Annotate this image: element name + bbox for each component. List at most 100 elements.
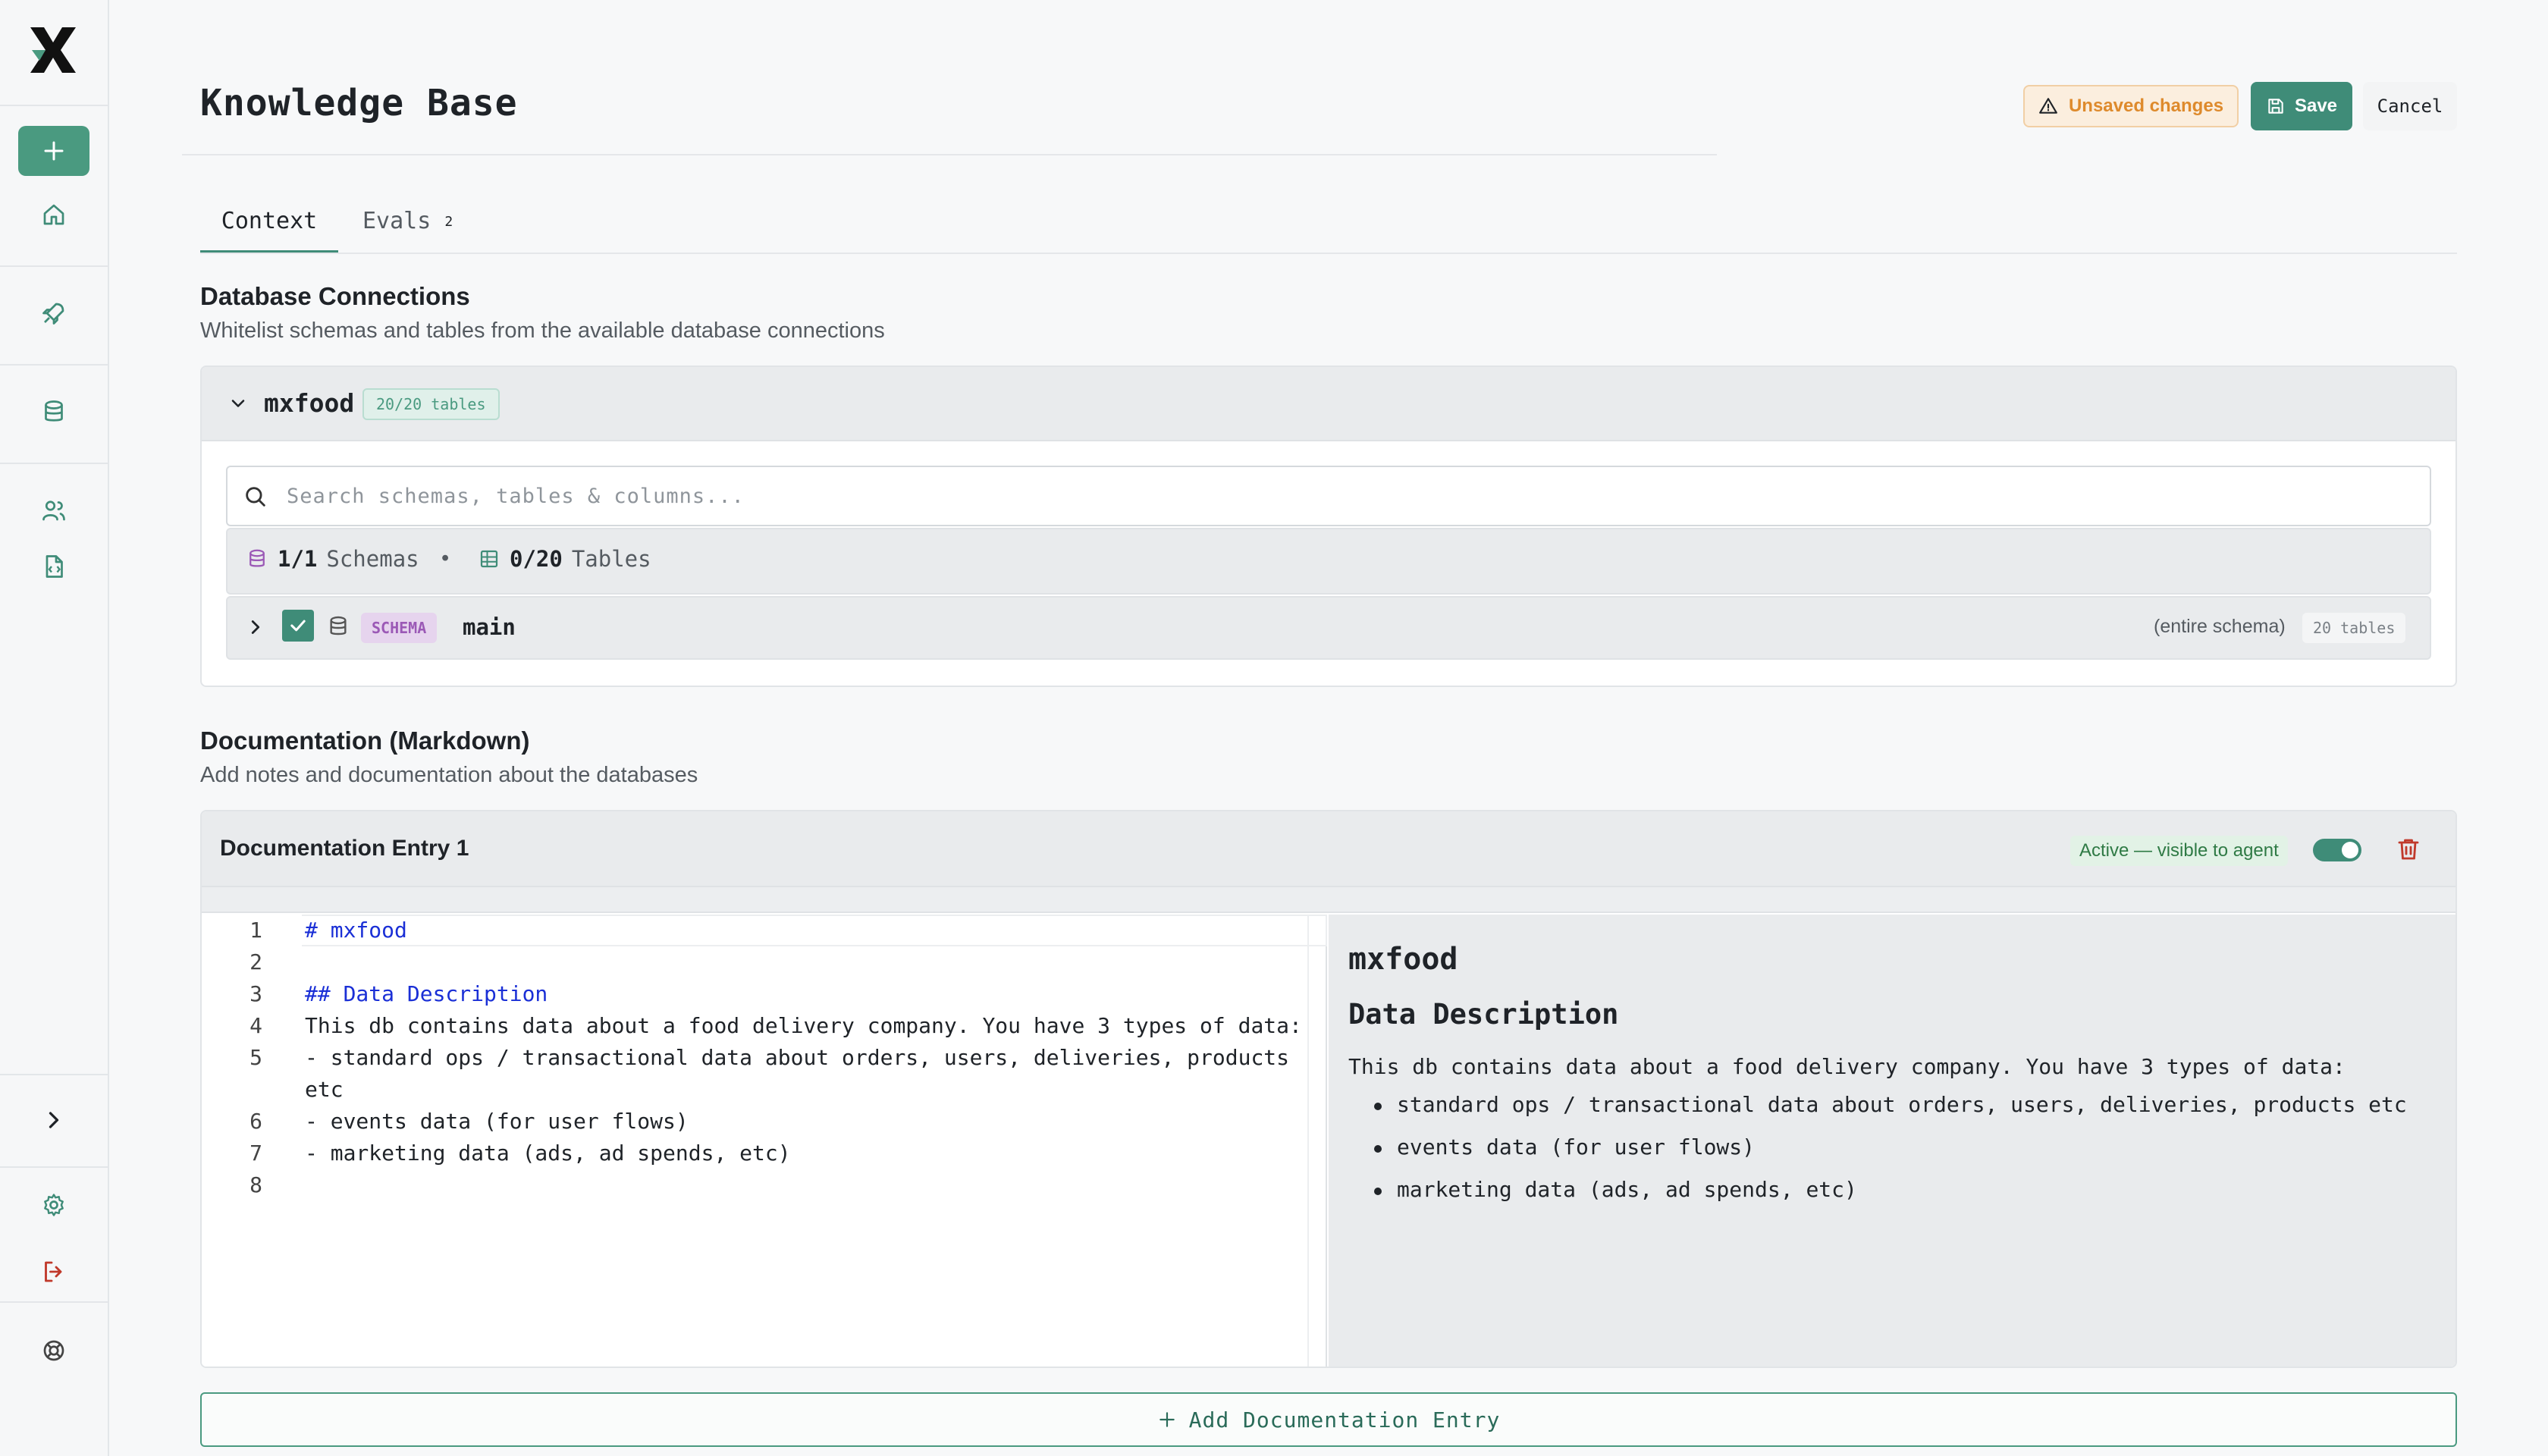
line-number: 7 bbox=[249, 1141, 262, 1166]
sidebar-divider bbox=[0, 1166, 108, 1168]
editor-toolbar-strip bbox=[202, 887, 2455, 913]
sidebar-item-settings[interactable] bbox=[38, 1189, 70, 1221]
add-documentation-entry-label: Add Documentation Entry bbox=[1188, 1407, 1501, 1432]
line-number: 4 bbox=[249, 1013, 262, 1038]
unsaved-changes-badge: Unsaved changes bbox=[2023, 85, 2239, 127]
search-icon bbox=[246, 487, 265, 507]
add-documentation-entry-button[interactable]: Add Documentation Entry bbox=[200, 1392, 2457, 1447]
line-number: 8 bbox=[249, 1172, 262, 1197]
sidebar-divider bbox=[0, 1074, 108, 1075]
line-number: 3 bbox=[249, 981, 262, 1006]
save-icon bbox=[2268, 99, 2283, 114]
tables-stat: 0/20 Tables bbox=[478, 546, 651, 572]
tables-count: 0/20 bbox=[510, 546, 563, 572]
home-icon bbox=[43, 204, 64, 225]
doc-entry-title: Documentation Entry 1 bbox=[220, 836, 469, 861]
chevron-right-icon bbox=[49, 1112, 59, 1128]
schema-search[interactable] bbox=[226, 466, 2431, 526]
line-number: 6 bbox=[249, 1109, 262, 1134]
doc-entry-header: Documentation Entry 1 Active — visible t… bbox=[202, 811, 2455, 887]
doc-active-toggle[interactable] bbox=[2313, 839, 2361, 861]
db-connection-name: mxfood bbox=[264, 388, 355, 418]
doc-entry-panel: Documentation Entry 1 Active — visible t… bbox=[200, 810, 2457, 1368]
sidebar-item-users[interactable] bbox=[38, 494, 70, 526]
sidebar-item-help[interactable] bbox=[38, 1335, 70, 1367]
x-logo-icon bbox=[30, 27, 76, 73]
sidebar-item-logout[interactable] bbox=[38, 1256, 70, 1288]
schema-name: main bbox=[463, 614, 516, 640]
schemas-stat: 1/1 Schemas bbox=[246, 546, 419, 572]
doc-section-subtitle: Add notes and documentation about the da… bbox=[200, 763, 698, 787]
logout-icon bbox=[45, 1261, 62, 1282]
app-logo[interactable] bbox=[27, 24, 79, 76]
sidebar-item-deploy[interactable] bbox=[38, 297, 70, 329]
schema-search-input[interactable] bbox=[287, 478, 2410, 514]
schemas-count: 1/1 bbox=[278, 546, 318, 572]
line-content: # mxfood bbox=[305, 918, 407, 943]
line-content: This db contains data about a food deliv… bbox=[305, 1013, 1302, 1038]
database-icon bbox=[249, 549, 265, 567]
plus-icon bbox=[1159, 1412, 1175, 1427]
tab-context[interactable]: Context bbox=[200, 208, 338, 253]
sidebar-divider bbox=[0, 364, 108, 366]
tab-evals[interactable]: Evals 2 bbox=[362, 208, 453, 253]
editor-scrollbar[interactable] bbox=[1307, 915, 1327, 1367]
sidebar-expand-button[interactable] bbox=[38, 1104, 70, 1136]
sidebar-item-databases[interactable] bbox=[38, 396, 70, 428]
stats-separator: • bbox=[441, 546, 450, 570]
check-icon bbox=[290, 620, 306, 632]
db-section-title: Database Connections bbox=[200, 282, 470, 310]
header-divider bbox=[182, 154, 1717, 155]
plus-icon bbox=[44, 141, 64, 161]
table-icon bbox=[480, 550, 498, 568]
tabs-divider bbox=[200, 253, 2457, 254]
markdown-editor[interactable]: 1 # mxfood 2 3 ## Data Description 4 Thi… bbox=[202, 915, 1327, 1367]
rocket-icon bbox=[42, 303, 64, 325]
save-label: Save bbox=[2294, 96, 2338, 116]
sidebar bbox=[0, 0, 109, 1456]
sidebar-divider bbox=[0, 1301, 108, 1303]
users-icon bbox=[42, 500, 65, 521]
gear-icon bbox=[44, 1194, 64, 1216]
sidebar-divider bbox=[0, 463, 108, 464]
tab-context-label: Context bbox=[221, 208, 318, 234]
chevron-right-icon[interactable] bbox=[244, 616, 267, 639]
schema-scope: (entire schema) bbox=[2154, 616, 2286, 637]
trash-icon[interactable] bbox=[2395, 836, 2422, 863]
doc-status-label: Active — visible to agent bbox=[2070, 836, 2288, 866]
doc-section-title: Documentation (Markdown) bbox=[200, 726, 530, 755]
database-icon bbox=[330, 616, 347, 635]
tab-evals-count: 2 bbox=[444, 214, 453, 230]
sidebar-divider bbox=[0, 105, 108, 106]
new-chat-button[interactable] bbox=[18, 126, 89, 176]
preview-paragraph: This db contains data about a food deliv… bbox=[1348, 1054, 2346, 1079]
preview-heading-1: mxfood bbox=[1348, 942, 1458, 977]
line-content: ## Data Description bbox=[305, 981, 548, 1006]
db-connection-header[interactable]: mxfood 20/20 tables bbox=[202, 367, 2455, 441]
warning-icon bbox=[2039, 98, 2057, 114]
sidebar-item-home[interactable] bbox=[38, 199, 70, 231]
db-section-subtitle: Whitelist schemas and tables from the av… bbox=[200, 318, 885, 343]
preview-bullet: events data (for user flows) bbox=[1373, 1134, 1756, 1159]
db-connection-panel: mxfood 20/20 tables 1/1 Schemas • 0/20 T… bbox=[200, 366, 2457, 687]
schema-row-main[interactable]: SCHEMA main (entire schema) 20 tables bbox=[226, 596, 2431, 660]
chevron-down-icon[interactable] bbox=[228, 393, 249, 414]
line-number: 2 bbox=[249, 949, 262, 974]
line-content: - standard ops / transactional data abou… bbox=[305, 1045, 1302, 1102]
schema-tables-badge: 20 tables bbox=[2302, 613, 2406, 643]
markdown-preview: mxfood Data Description This db contains… bbox=[1329, 915, 2455, 1367]
sidebar-item-files[interactable] bbox=[38, 551, 70, 582]
unsaved-changes-label: Unsaved changes bbox=[2068, 96, 2224, 116]
file-code-icon bbox=[46, 555, 63, 578]
schema-tag: SCHEMA bbox=[361, 613, 438, 643]
schema-checkbox[interactable] bbox=[282, 610, 314, 642]
database-icon bbox=[45, 400, 63, 422]
selection-stats-row: 1/1 Schemas • 0/20 Tables bbox=[226, 528, 2431, 595]
cancel-button[interactable]: Cancel bbox=[2363, 82, 2457, 130]
line-content: - events data (for user flows) bbox=[305, 1109, 689, 1134]
tab-evals-label: Evals bbox=[362, 208, 431, 234]
save-button[interactable]: Save bbox=[2251, 82, 2352, 130]
preview-bullet: marketing data (ads, ad spends, etc) bbox=[1374, 1177, 1857, 1202]
db-tables-badge: 20/20 tables bbox=[362, 388, 500, 420]
tables-label: Tables bbox=[571, 546, 651, 572]
